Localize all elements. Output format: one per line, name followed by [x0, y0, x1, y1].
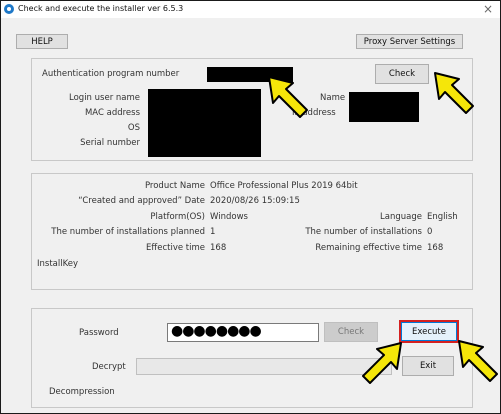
decompression-label: Decompression — [49, 387, 115, 397]
installations-planned-value: 1 — [210, 227, 216, 237]
close-icon[interactable]: × — [483, 2, 493, 16]
effective-time-label: Effective time — [146, 243, 205, 253]
decrypt-label: Decrypt — [92, 362, 126, 372]
serial-number-label: Serial number — [80, 138, 140, 148]
language-value: English — [427, 212, 458, 222]
proxy-settings-button[interactable]: Proxy Server Settings — [356, 34, 463, 49]
user-info-redacted — [148, 89, 261, 157]
mac-address-label: MAC address — [84, 108, 140, 118]
decrypt-progress-bar — [136, 358, 392, 375]
help-button[interactable]: HELP — [16, 34, 68, 49]
execute-button[interactable]: Execute — [399, 320, 459, 343]
created-date-value: 2020/08/26 15:09:15 — [210, 196, 300, 206]
product-panel: Product Name Office Professional Plus 20… — [31, 173, 473, 290]
platform-label: Platform(OS) — [150, 212, 205, 222]
password-value: ●●●●●●●● — [171, 323, 262, 339]
auth-panel: Authentication program number Check Logi… — [31, 58, 473, 161]
login-user-label: Login user name — [69, 93, 140, 103]
app-icon — [4, 4, 14, 14]
installations-count-value: 0 — [427, 227, 433, 237]
installer-window: Check and execute the installer ver 6.5.… — [0, 0, 501, 414]
password-input[interactable]: ●●●●●●●● — [167, 323, 319, 342]
effective-time-value: 168 — [210, 243, 227, 253]
remaining-time-label: Remaining effective time — [315, 243, 422, 253]
installkey-label: InstallKey — [37, 259, 78, 269]
platform-value: Windows — [210, 212, 248, 222]
exit-button[interactable]: Exit — [402, 356, 454, 376]
installations-planned-label: The number of installations planned — [51, 227, 205, 237]
os-label: OS — [127, 123, 140, 133]
annotation-arrow-icon — [362, 342, 402, 384]
created-date-label: “Created and approved” Date — [78, 196, 205, 206]
annotation-arrow-icon — [434, 72, 474, 114]
remaining-time-value: 168 — [427, 243, 444, 253]
language-label: Language — [380, 212, 422, 222]
password-label: Password — [79, 328, 119, 338]
name-label: Name — [320, 93, 346, 103]
annotation-arrow-icon — [458, 340, 498, 382]
auth-check-button[interactable]: Check — [375, 64, 429, 84]
window-title: Check and execute the installer ver 6.5.… — [18, 4, 184, 13]
installations-count-label: The number of installations — [305, 227, 422, 237]
name-ip-redacted — [349, 92, 419, 122]
title-bar: Check and execute the installer ver 6.5.… — [1, 1, 500, 18]
product-name-value: Office Professional Plus 2019 64bit — [210, 181, 358, 191]
annotation-arrow-icon — [268, 76, 308, 118]
program-number-label: Authentication program number — [42, 69, 180, 79]
product-name-label: Product Name — [144, 181, 205, 191]
